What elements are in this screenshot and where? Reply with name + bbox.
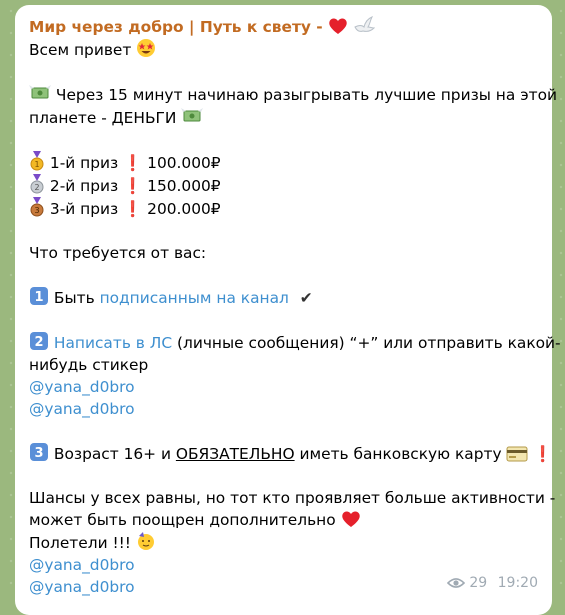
money-wings-icon — [181, 108, 204, 122]
bronze-medal-icon: 3 — [30, 197, 44, 217]
message-meta: 29 19:20 — [446, 572, 538, 594]
message-time: 19:20 — [497, 575, 538, 591]
handle-link[interactable]: @yana_d0bro — [29, 376, 538, 398]
intro-line-2: планете - ДЕНЬГИ — [29, 106, 538, 129]
heart-icon — [329, 18, 347, 34]
gold-medal-icon: 1 — [30, 151, 44, 171]
dove-icon — [354, 16, 376, 32]
requirement-1: 1 Быть подписанным на канал ✔ — [29, 286, 538, 309]
exclamation-icon: ❗ — [123, 177, 143, 195]
svg-text:2: 2 — [34, 335, 43, 350]
svg-text:2: 2 — [34, 183, 39, 192]
handle-link[interactable]: @yana_d0bro — [29, 398, 538, 420]
write-dm-link[interactable]: Написать в ЛС — [54, 334, 172, 352]
requirements-title: Что требуется от вас: — [29, 244, 207, 262]
view-count: 29 — [469, 575, 488, 591]
intro-line-1: Через 15 минут начинаю разыгрывать лучши… — [29, 83, 557, 106]
exclamation-icon: ❗ — [123, 200, 143, 218]
svg-text:3: 3 — [34, 446, 43, 461]
prize-3: 3 3-й приз ❗ 200.000₽ — [29, 197, 538, 220]
svg-text:1: 1 — [34, 160, 39, 169]
exclamation-icon: ❗ — [123, 154, 143, 172]
check-mark-icon: ✔ — [299, 289, 313, 307]
subscribe-channel-link[interactable]: подписанным на канал — [100, 289, 289, 307]
star-eyes-emoji-icon — [137, 39, 156, 57]
eye-icon — [446, 578, 466, 588]
requirement-2-cont: нибудь стикер — [29, 356, 149, 374]
chances-line-1: Шансы у всех равны, но тот кто проявляет… — [29, 489, 556, 507]
requirement-3: 3 Возраст 16+ и ОБЯЗАТЕЛЬНО иметь банков… — [29, 442, 553, 465]
money-wings-icon — [29, 85, 51, 99]
prize-1: 1 1-й приз ❗ 100.000₽ — [29, 151, 538, 174]
party-face-icon — [137, 532, 154, 550]
svg-text:3: 3 — [34, 206, 39, 215]
prize-2: 2 2-й приз ❗ 150.000₽ — [29, 174, 538, 197]
keycap-1-icon: 1 — [30, 287, 48, 305]
exclamation-icon: ❗ — [533, 445, 553, 463]
svg-text:1: 1 — [34, 290, 43, 305]
chances-line-2: может быть поощрен дополнительно — [29, 509, 538, 531]
requirement-2: 2 Написать в ЛС (личные сообщения) “+” и… — [29, 331, 561, 354]
required-emphasis: ОБЯЗАТЕЛЬНО — [175, 445, 295, 463]
credit-card-icon — [506, 446, 528, 462]
keycap-3-icon: 3 — [30, 443, 48, 461]
go-line: Полетели !!! — [29, 531, 538, 554]
sender-name[interactable]: Мир через добро | Путь к свету - — [29, 15, 538, 38]
keycap-2-icon: 2 — [30, 332, 48, 350]
message-bubble[interactable]: Мир через добро | Путь к свету - Всем пр… — [15, 5, 561, 615]
heart-icon — [341, 511, 360, 527]
silver-medal-icon: 2 — [30, 174, 44, 194]
greeting-line: Всем привет — [29, 38, 538, 61]
